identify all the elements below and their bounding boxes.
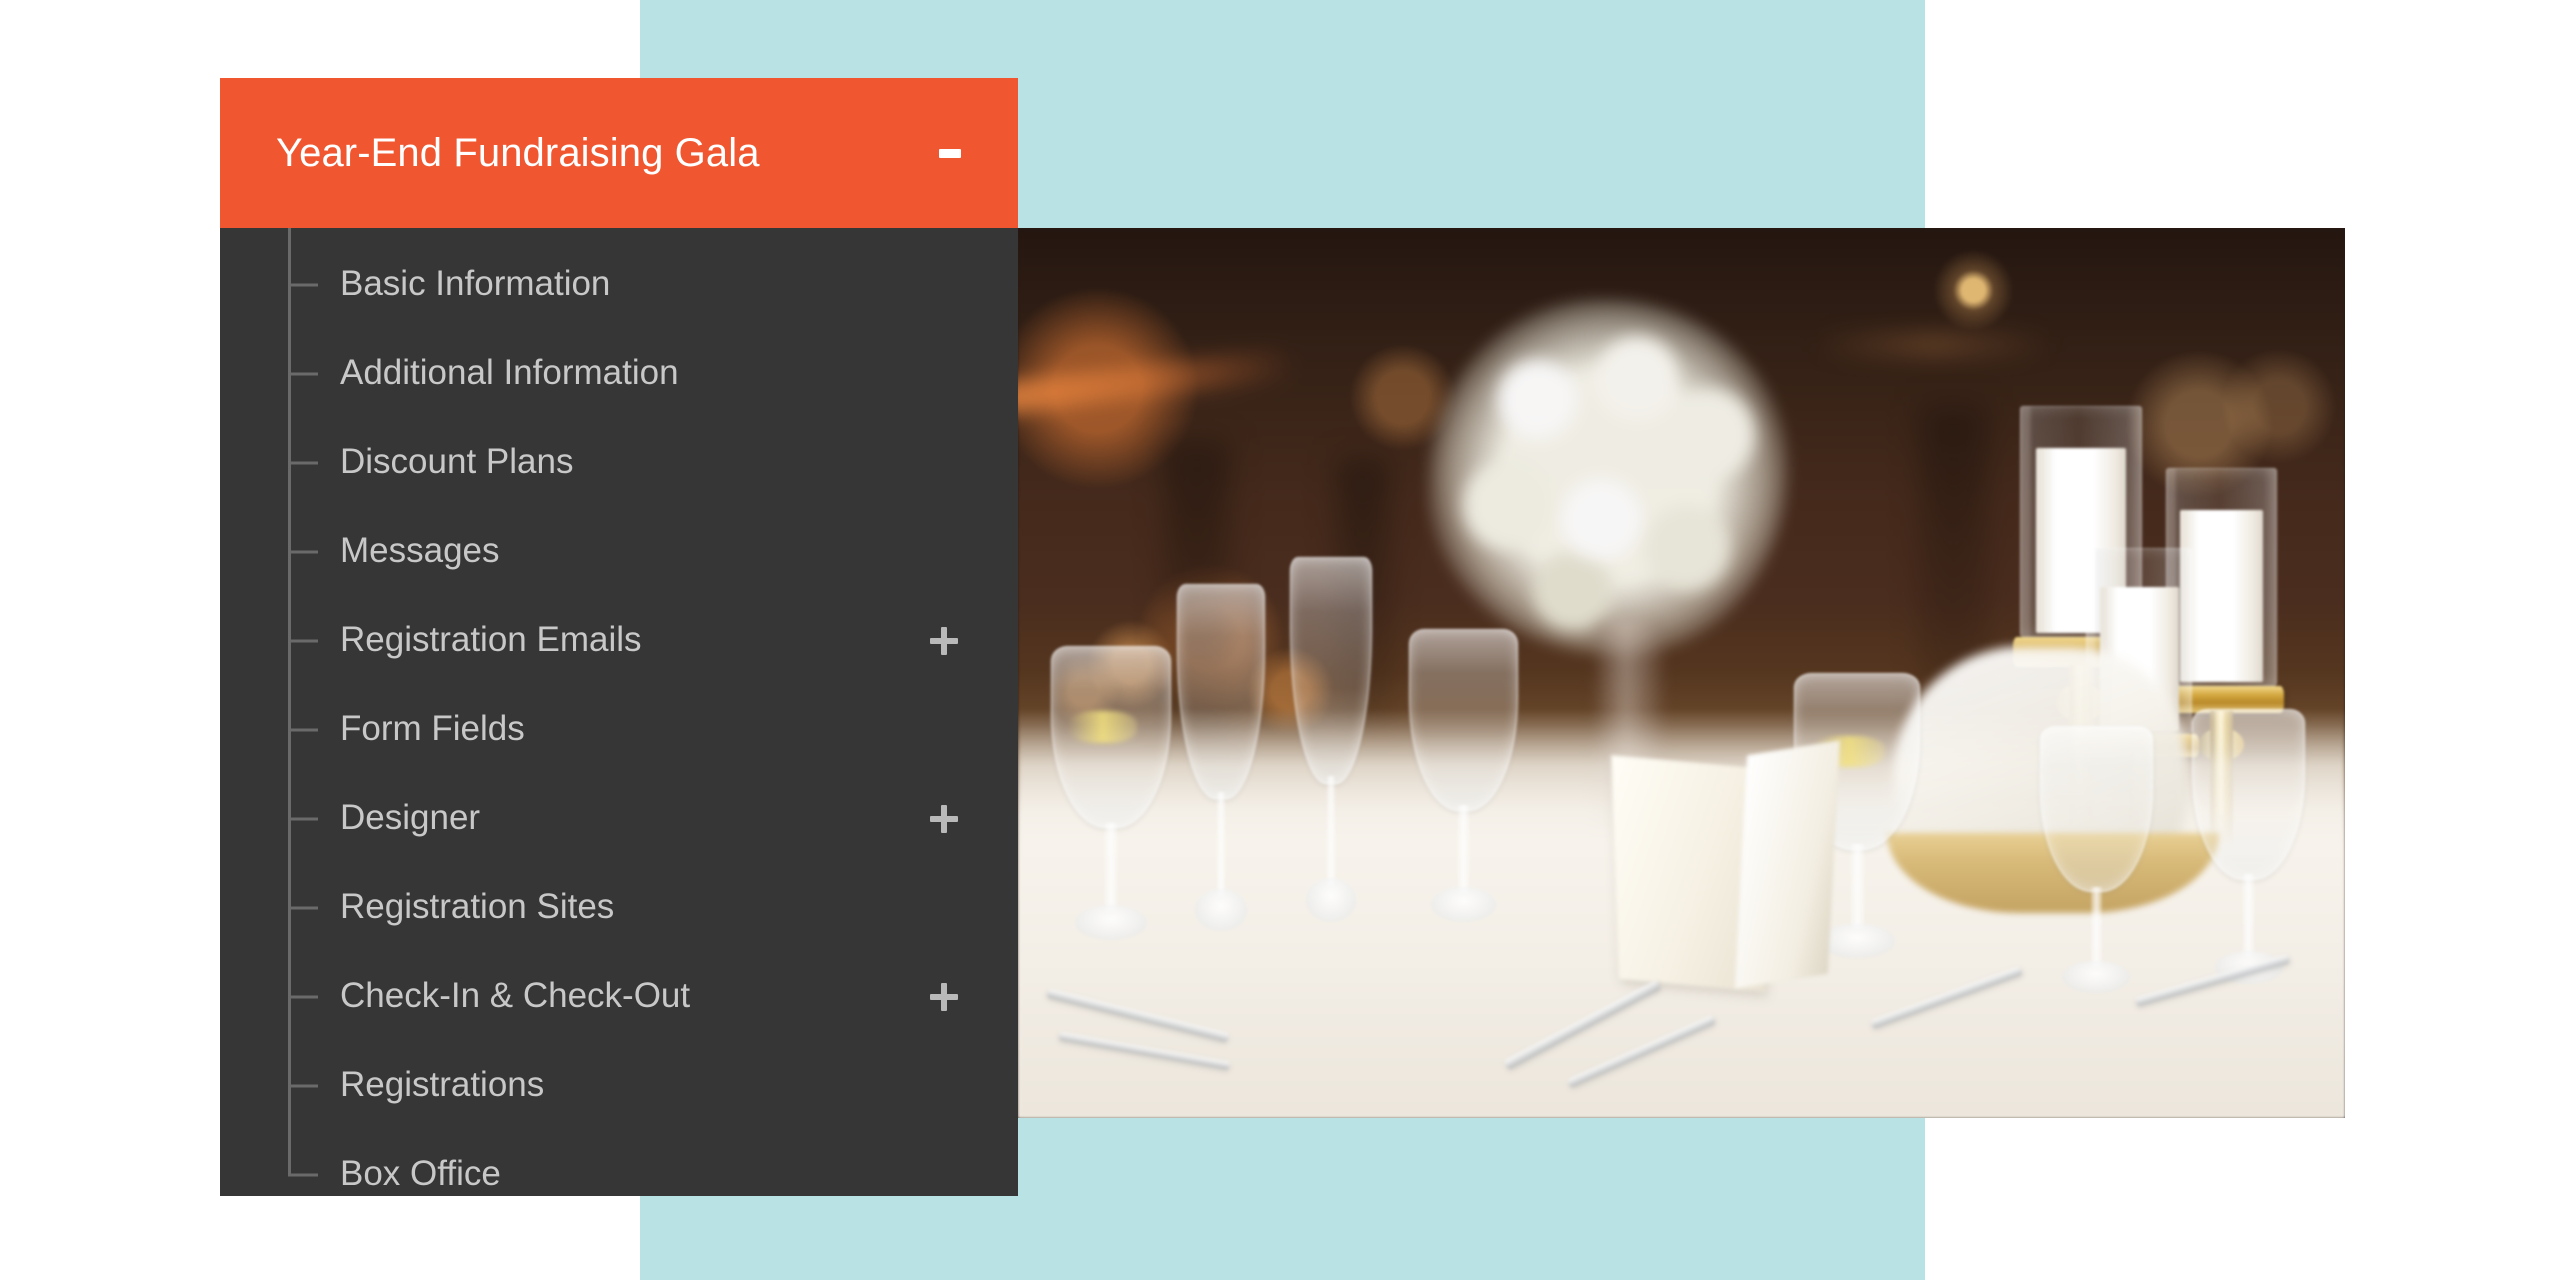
tree-branch-icon xyxy=(288,283,318,286)
wine-glass-center xyxy=(1409,628,1519,923)
wine-glass-far-right xyxy=(2039,726,2153,994)
nav-item-label: Designer xyxy=(340,798,481,838)
nav-item-label: Registration Emails xyxy=(340,620,642,660)
wine-glass-edge-right xyxy=(2192,708,2306,985)
tree-branch-icon xyxy=(288,906,318,909)
nav-item-registrations[interactable]: Registrations xyxy=(220,1041,1018,1130)
hydrangea-bouquet xyxy=(1429,299,1788,656)
tree-branch-icon xyxy=(288,817,318,820)
nav-expander-placeholder xyxy=(924,888,964,928)
tree-branch-icon xyxy=(288,995,318,998)
tree-branch-icon xyxy=(288,728,318,731)
nav-item-label: Check-In & Check-Out xyxy=(340,976,691,1016)
nav-item-additional-information[interactable]: Additional Information xyxy=(220,329,1018,418)
nav-item-messages[interactable]: Messages xyxy=(220,507,1018,596)
hero-photo xyxy=(1018,228,2345,1118)
nav-item-label: Registrations xyxy=(340,1065,545,1105)
nav-item-label: Discount Plans xyxy=(340,442,574,482)
minus-icon xyxy=(939,148,961,158)
nav-item-label: Basic Information xyxy=(340,264,611,304)
nav-item-check-in-check-out[interactable]: Check-In & Check-Out xyxy=(220,952,1018,1041)
plus-icon[interactable] xyxy=(924,977,964,1017)
event-panel-header[interactable]: Year-End Fundraising Gala xyxy=(220,78,1018,228)
nav-item-label: Form Fields xyxy=(340,709,525,749)
nav-expander-placeholder xyxy=(924,443,964,483)
nav-item-registration-sites[interactable]: Registration Sites xyxy=(220,863,1018,952)
water-goblet-left xyxy=(1051,646,1171,940)
tree-branch-icon xyxy=(288,372,318,375)
nav-expander-placeholder xyxy=(924,265,964,305)
nav-item-label: Additional Information xyxy=(340,353,679,393)
place-card xyxy=(1735,740,1841,989)
nav-item-label: Registration Sites xyxy=(340,887,615,927)
collapse-panel-button[interactable] xyxy=(926,129,974,177)
nav-item-form-fields[interactable]: Form Fields xyxy=(220,685,1018,774)
page-root: Year-End Fundraising Gala Basic Informat… xyxy=(0,0,2560,1280)
champagne-flute-center xyxy=(1290,557,1373,923)
plus-icon[interactable] xyxy=(924,621,964,661)
wall-light-streak-secondary-icon xyxy=(1814,334,2054,355)
tree-branch-icon xyxy=(288,550,318,553)
nav-expander-placeholder xyxy=(924,1155,964,1195)
nav-expander-placeholder xyxy=(924,1066,964,1106)
tree-branch-icon xyxy=(288,461,318,464)
tree-branch-icon xyxy=(288,639,318,642)
champagne-flute-left xyxy=(1177,584,1265,932)
nav-item-designer[interactable]: Designer xyxy=(220,774,1018,863)
nav-expander-placeholder xyxy=(924,532,964,572)
nav-item-discount-plans[interactable]: Discount Plans xyxy=(220,418,1018,507)
plus-icon[interactable] xyxy=(924,799,964,839)
nav-item-box-office[interactable]: Box Office xyxy=(220,1130,1018,1219)
tree-branch-icon xyxy=(288,1084,318,1087)
nav-item-registration-emails[interactable]: Registration Emails xyxy=(220,596,1018,685)
nav-item-label: Messages xyxy=(340,531,500,571)
nav-expander-placeholder xyxy=(924,710,964,750)
nav-expander-placeholder xyxy=(924,354,964,394)
nav-item-label: Box Office xyxy=(340,1154,501,1194)
event-title: Year-End Fundraising Gala xyxy=(276,131,760,175)
event-nav-panel: Basic Information Additional Information… xyxy=(220,228,1018,1196)
hero-photo-canvas xyxy=(1018,228,2345,1118)
nav-item-basic-information[interactable]: Basic Information xyxy=(220,240,1018,329)
tree-branch-icon xyxy=(288,1173,318,1176)
